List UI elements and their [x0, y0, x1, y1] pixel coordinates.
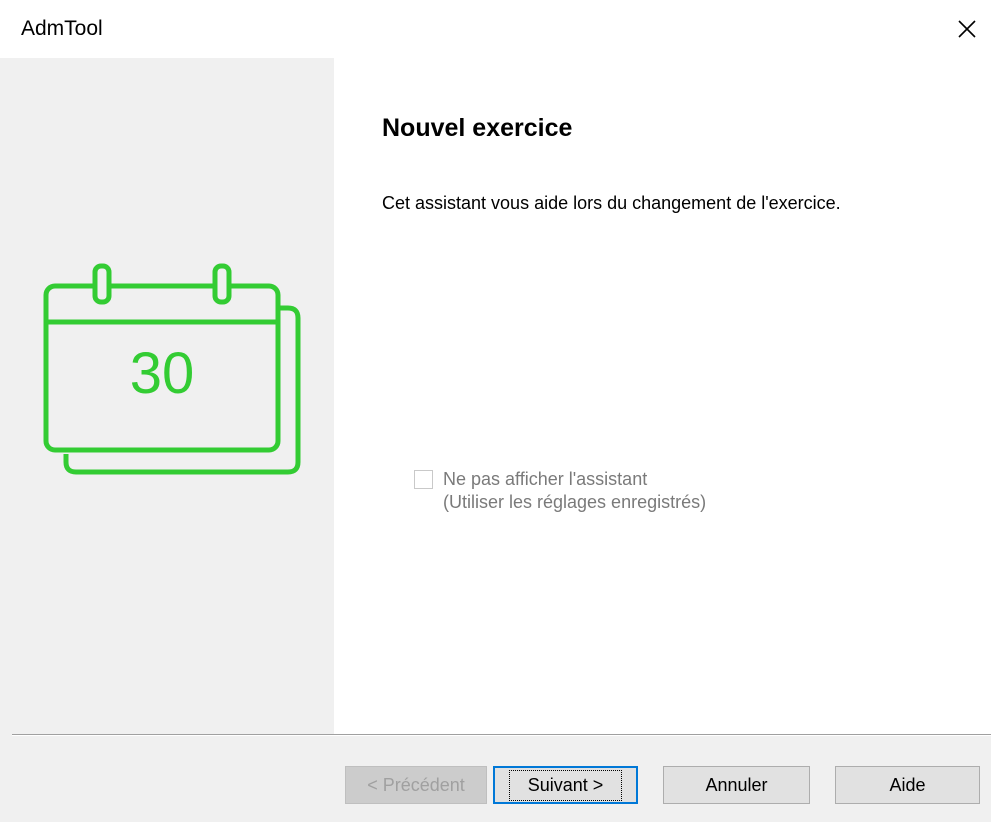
calendar-day: 30 — [130, 341, 195, 406]
cancel-button[interactable]: Annuler — [663, 766, 810, 804]
wizard-content: Nouvel exercice Cet assistant vous aide … — [334, 58, 991, 734]
next-button[interactable]: Suivant > — [493, 766, 638, 804]
skip-assistant-checkbox[interactable] — [414, 470, 433, 489]
next-button-label: Suivant > — [508, 769, 623, 801]
wizard-heading: Nouvel exercice — [382, 114, 573, 142]
skip-assistant-option[interactable]: Ne pas afficher l'assistant (Utiliser le… — [414, 468, 706, 514]
cancel-button-label: Annuler — [705, 774, 768, 795]
close-button[interactable] — [948, 10, 986, 48]
wizard-description: Cet assistant vous aide lors du changeme… — [382, 193, 841, 213]
calendar-icon: 30 — [43, 263, 301, 475]
footer-divider-highlight — [12, 735, 991, 736]
help-button[interactable]: Aide — [835, 766, 980, 804]
window-title: AdmTool — [21, 17, 103, 40]
help-button-label: Aide — [889, 774, 926, 795]
skip-assistant-label-line1: Ne pas afficher l'assistant — [443, 469, 648, 489]
title-bar: AdmTool — [0, 0, 991, 58]
previous-button-label: < Précédent — [367, 774, 465, 795]
skip-assistant-label: Ne pas afficher l'assistant (Utiliser le… — [443, 468, 706, 514]
previous-button[interactable]: < Précédent — [345, 766, 487, 804]
close-icon — [958, 20, 976, 38]
skip-assistant-label-line2: (Utiliser les réglages enregistrés) — [443, 492, 707, 512]
